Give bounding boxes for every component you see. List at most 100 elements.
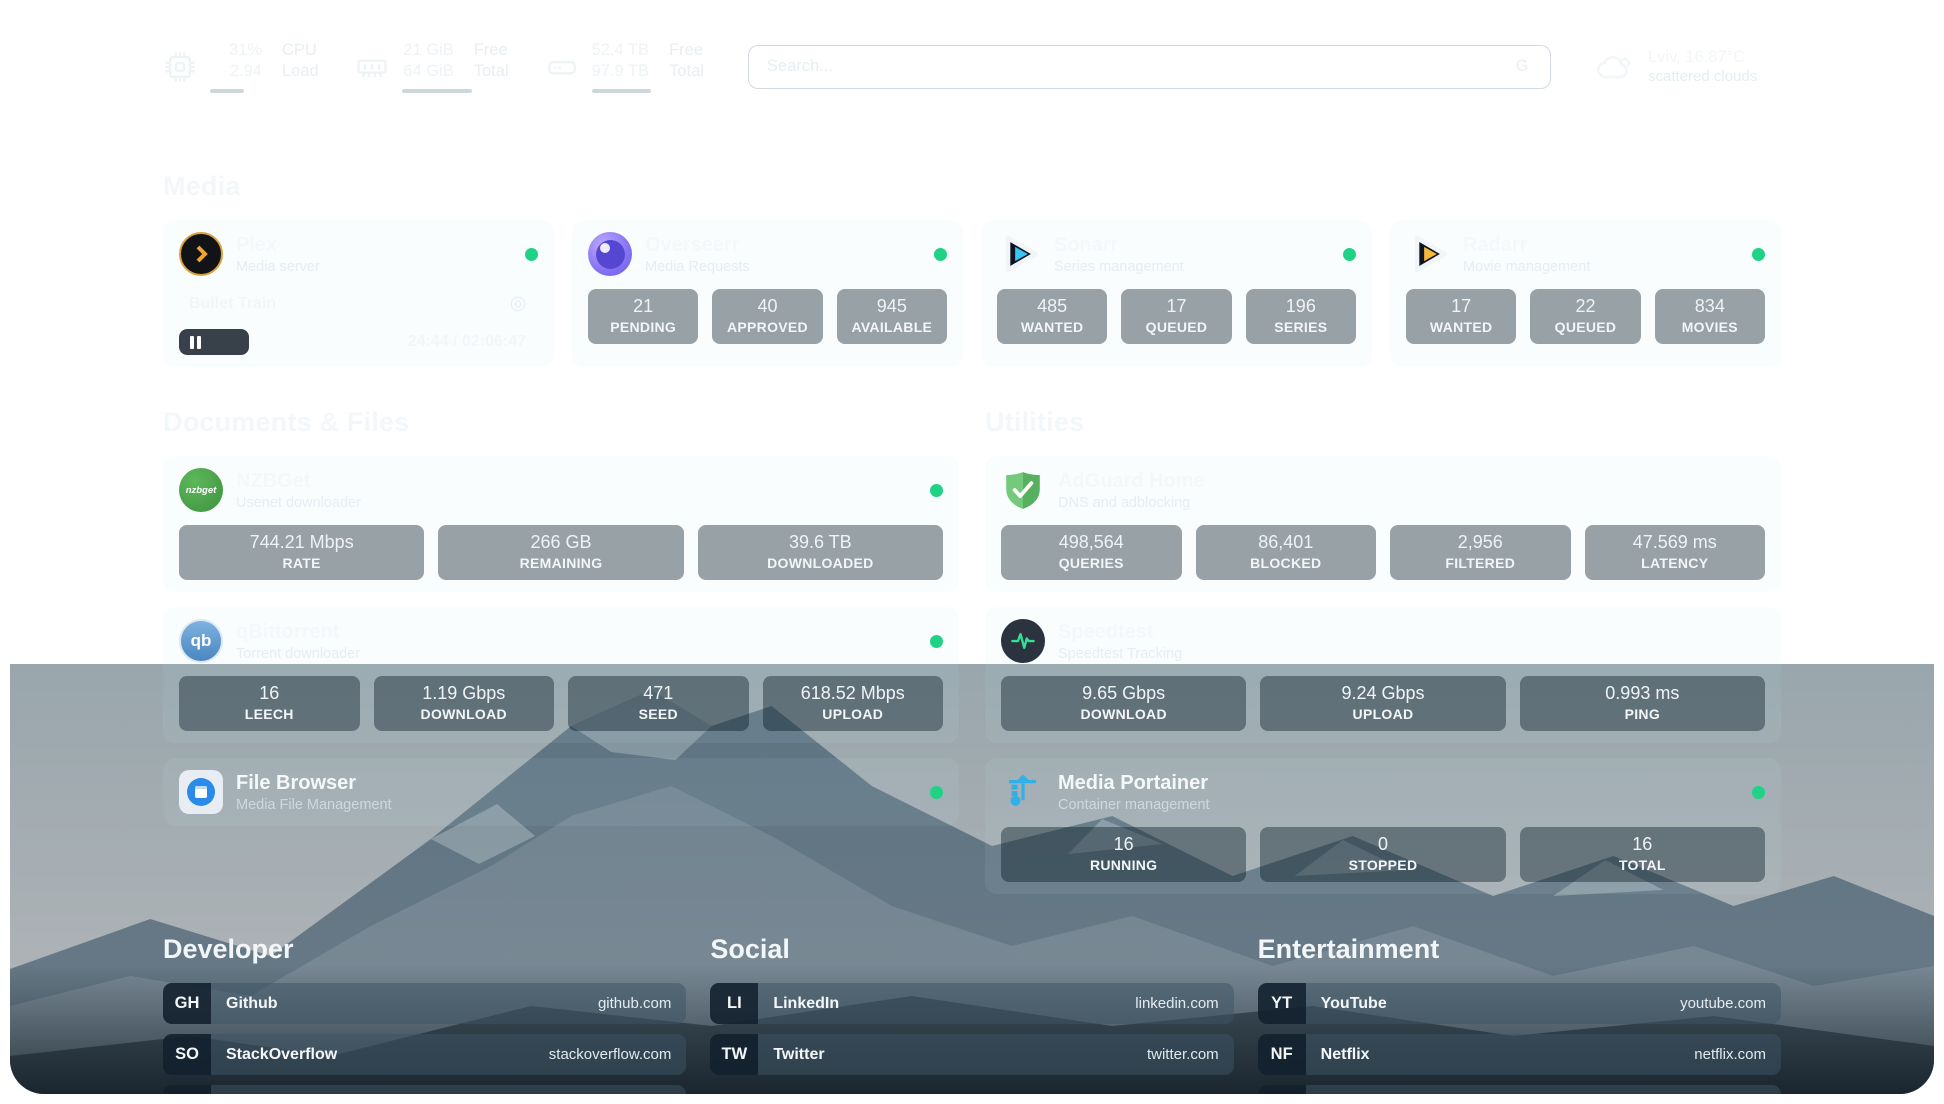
app-subtitle: Speedtest Tracking bbox=[1058, 646, 1182, 662]
app-card-head: RadarrMovie management bbox=[1406, 232, 1765, 276]
bookmark-url: linkedin.com bbox=[1135, 995, 1233, 1012]
app-stats-row: 485WANTED17QUEUED196SERIES bbox=[997, 289, 1356, 344]
app-card-nzbget[interactable]: nzbgetNZBGetUsenet downloader744.21 Mbps… bbox=[163, 456, 959, 592]
bookmark-link-twitter[interactable]: TWTwittertwitter.com bbox=[710, 1034, 1233, 1075]
stat-tile-value: 0.993 ms bbox=[1524, 683, 1761, 704]
bookmark-name: Twitter bbox=[758, 1046, 824, 1064]
now-playing-title: Bullet Train bbox=[189, 295, 276, 313]
stat-tile-label: AVAILABLE bbox=[841, 319, 943, 335]
app-subtitle: Usenet downloader bbox=[236, 495, 361, 511]
stat-tile: 17WANTED bbox=[1406, 289, 1516, 344]
search-input[interactable] bbox=[765, 56, 1497, 77]
bookmark-name: StackOverflow bbox=[211, 1046, 337, 1064]
stat-tile: 40APPROVED bbox=[712, 289, 822, 344]
bookmark-link-github[interactable]: GHGithubgithub.com bbox=[163, 983, 686, 1024]
app-name: File Browser bbox=[236, 772, 392, 795]
app-subtitle: DNS and adblocking bbox=[1058, 495, 1205, 511]
app-name: Media Portainer bbox=[1058, 772, 1210, 795]
stat-tile-label: RUNNING bbox=[1005, 857, 1242, 873]
stat-tile-value: 834 bbox=[1659, 296, 1761, 317]
now-playing-progress-bar: 24:44 / 02:06:47 bbox=[179, 329, 538, 355]
system-stat-ram: 21 GiBFree64 GiBTotal bbox=[355, 40, 509, 93]
status-online-dot bbox=[1343, 248, 1356, 261]
stat-tile: 17QUEUED bbox=[1121, 289, 1231, 344]
filebrowser-icon bbox=[179, 770, 223, 814]
app-card-radarr[interactable]: RadarrMovie management17WANTED22QUEUED83… bbox=[1390, 220, 1781, 367]
app-titles: SpeedtestSpeedtest Tracking bbox=[1058, 621, 1182, 662]
bookmark-link-stackoverflow[interactable]: SOStackOverflowstackoverflow.com bbox=[163, 1034, 686, 1075]
stat-tile-label: SEED bbox=[572, 706, 745, 722]
bookmark-url: stackoverflow.com bbox=[549, 1046, 687, 1063]
bookmark-abbr-badge: DT bbox=[163, 1085, 211, 1094]
app-card-head: nzbgetNZBGetUsenet downloader bbox=[179, 468, 943, 512]
utilities-column: Utilities AdGuard HomeDNS and adblocking… bbox=[985, 367, 1781, 894]
bookmark-link-reddit[interactable]: RERedditreddit.com bbox=[1258, 1085, 1781, 1094]
app-name: Overseerr bbox=[645, 234, 750, 257]
stat-tile-label: BLOCKED bbox=[1200, 555, 1373, 571]
app-subtitle: Torrent downloader bbox=[236, 646, 360, 662]
stat-tile-label: PING bbox=[1524, 706, 1761, 722]
search-engine-button[interactable]: G bbox=[1497, 50, 1547, 84]
app-stats-row: 17WANTED22QUEUED834MOVIES bbox=[1406, 289, 1765, 344]
pause-icon bbox=[190, 336, 201, 349]
stat-tile-label: MOVIES bbox=[1659, 319, 1761, 335]
stat-tile-value: 16 bbox=[1005, 834, 1242, 855]
plex-icon bbox=[179, 232, 223, 276]
system-stat-values: 31%CPU2.94Load bbox=[210, 40, 319, 93]
app-titles: File BrowserMedia File Management bbox=[236, 772, 392, 813]
bookmark-link-dev[interactable]: DTDEVdev.to bbox=[163, 1085, 686, 1094]
stat-value-0: 21 GiB bbox=[402, 40, 454, 61]
stat-tile: 834 MOVIES bbox=[1655, 289, 1765, 344]
app-card-sonarr[interactable]: SonarrSeries management485WANTED17QUEUED… bbox=[981, 220, 1372, 367]
app-card-head: SonarrSeries management bbox=[997, 232, 1356, 276]
bookmark-name: LinkedIn bbox=[758, 995, 839, 1013]
weather-text: Lviv, 16.87°C scattered clouds bbox=[1648, 48, 1757, 85]
bookmark-link-netflix[interactable]: NFNetflixnetflix.com bbox=[1258, 1034, 1781, 1075]
stat-tile: 16LEECH bbox=[179, 676, 360, 731]
now-playing-time: 24:44 / 02:06:47 bbox=[408, 333, 526, 351]
stat-tile-value: 22 bbox=[1534, 296, 1636, 317]
stat-value-1: 64 GiB bbox=[402, 61, 454, 82]
app-card-speedtest[interactable]: SpeedtestSpeedtest Tracking9.65 GbpsDOWN… bbox=[985, 607, 1781, 743]
app-card-qbittorrent[interactable]: qbqBittorrentTorrent downloader16LEECH1.… bbox=[163, 607, 959, 743]
utilities-cards: AdGuard HomeDNS and adblocking498,564QUE… bbox=[985, 456, 1781, 894]
bookmark-link-linkedin[interactable]: LILinkedInlinkedin.com bbox=[710, 983, 1233, 1024]
stat-tile-label: FILTERED bbox=[1394, 555, 1567, 571]
stat-progress-fill bbox=[210, 89, 244, 94]
stat-tile-value: 40 bbox=[716, 296, 818, 317]
app-card-adguard[interactable]: AdGuard HomeDNS and adblocking498,564QUE… bbox=[985, 456, 1781, 592]
weather-widget: Lviv, 16.87°C scattered clouds bbox=[1595, 47, 1781, 87]
stat-tile-value: 485 bbox=[1001, 296, 1103, 317]
system-stat-values: 52.4 TBFree97.9 TBTotal bbox=[592, 40, 704, 93]
stat-value-0: 31% bbox=[210, 40, 262, 61]
app-name: Sonarr bbox=[1054, 234, 1184, 257]
disk-icon bbox=[545, 50, 579, 84]
stat-tile-value: 39.6 TB bbox=[702, 532, 939, 553]
stat-tile: 1.19 GbpsDOWNLOAD bbox=[374, 676, 555, 731]
stat-tile: 196SERIES bbox=[1246, 289, 1356, 344]
stat-tile: 0.993 ms PING bbox=[1520, 676, 1765, 731]
app-stats-row: 21PENDING40APPROVED945AVAILABLE bbox=[588, 289, 947, 344]
qbittorrent-icon: qb bbox=[179, 619, 223, 663]
app-card-portainer[interactable]: Media PortainerContainer management 16 RUN… bbox=[985, 758, 1781, 894]
stat-value-0: 52.4 TB bbox=[592, 40, 649, 61]
app-card-plex[interactable]: PlexMedia serverBullet Train24:44 / 02:0… bbox=[163, 220, 554, 367]
stat-tile-label: DOWNLOAD bbox=[1005, 706, 1242, 722]
stat-progress-bar bbox=[592, 89, 704, 94]
app-card-filebrowser[interactable]: File BrowserMedia File Management bbox=[163, 758, 959, 826]
stat-tile: 16 RUNNING bbox=[1001, 827, 1246, 882]
stat-tile-value: 266 GB bbox=[442, 532, 679, 553]
app-titles: Media PortainerContainer management bbox=[1058, 772, 1210, 813]
status-online-dot bbox=[1752, 248, 1765, 261]
bookmark-link-youtube[interactable]: YTYouTubeyoutube.com bbox=[1258, 983, 1781, 1024]
stat-tile-value: 86,401 bbox=[1200, 532, 1373, 553]
dashboard-main: Media PlexMedia serverBullet Train24:44 … bbox=[10, 171, 1934, 1094]
now-playing-title-row: Bullet Train bbox=[179, 287, 538, 321]
system-stat-disk: 52.4 TBFree97.9 TBTotal bbox=[545, 40, 704, 93]
section-title-developer: Developer bbox=[163, 934, 686, 965]
app-titles: OverseerrMedia Requests bbox=[645, 234, 750, 275]
status-online-dot bbox=[934, 248, 947, 261]
app-card-overseerr[interactable]: OverseerrMedia Requests 21PENDING40APPROV… bbox=[572, 220, 963, 367]
media-type-icon bbox=[508, 294, 528, 314]
stat-tile-label: QUEUED bbox=[1125, 319, 1227, 335]
